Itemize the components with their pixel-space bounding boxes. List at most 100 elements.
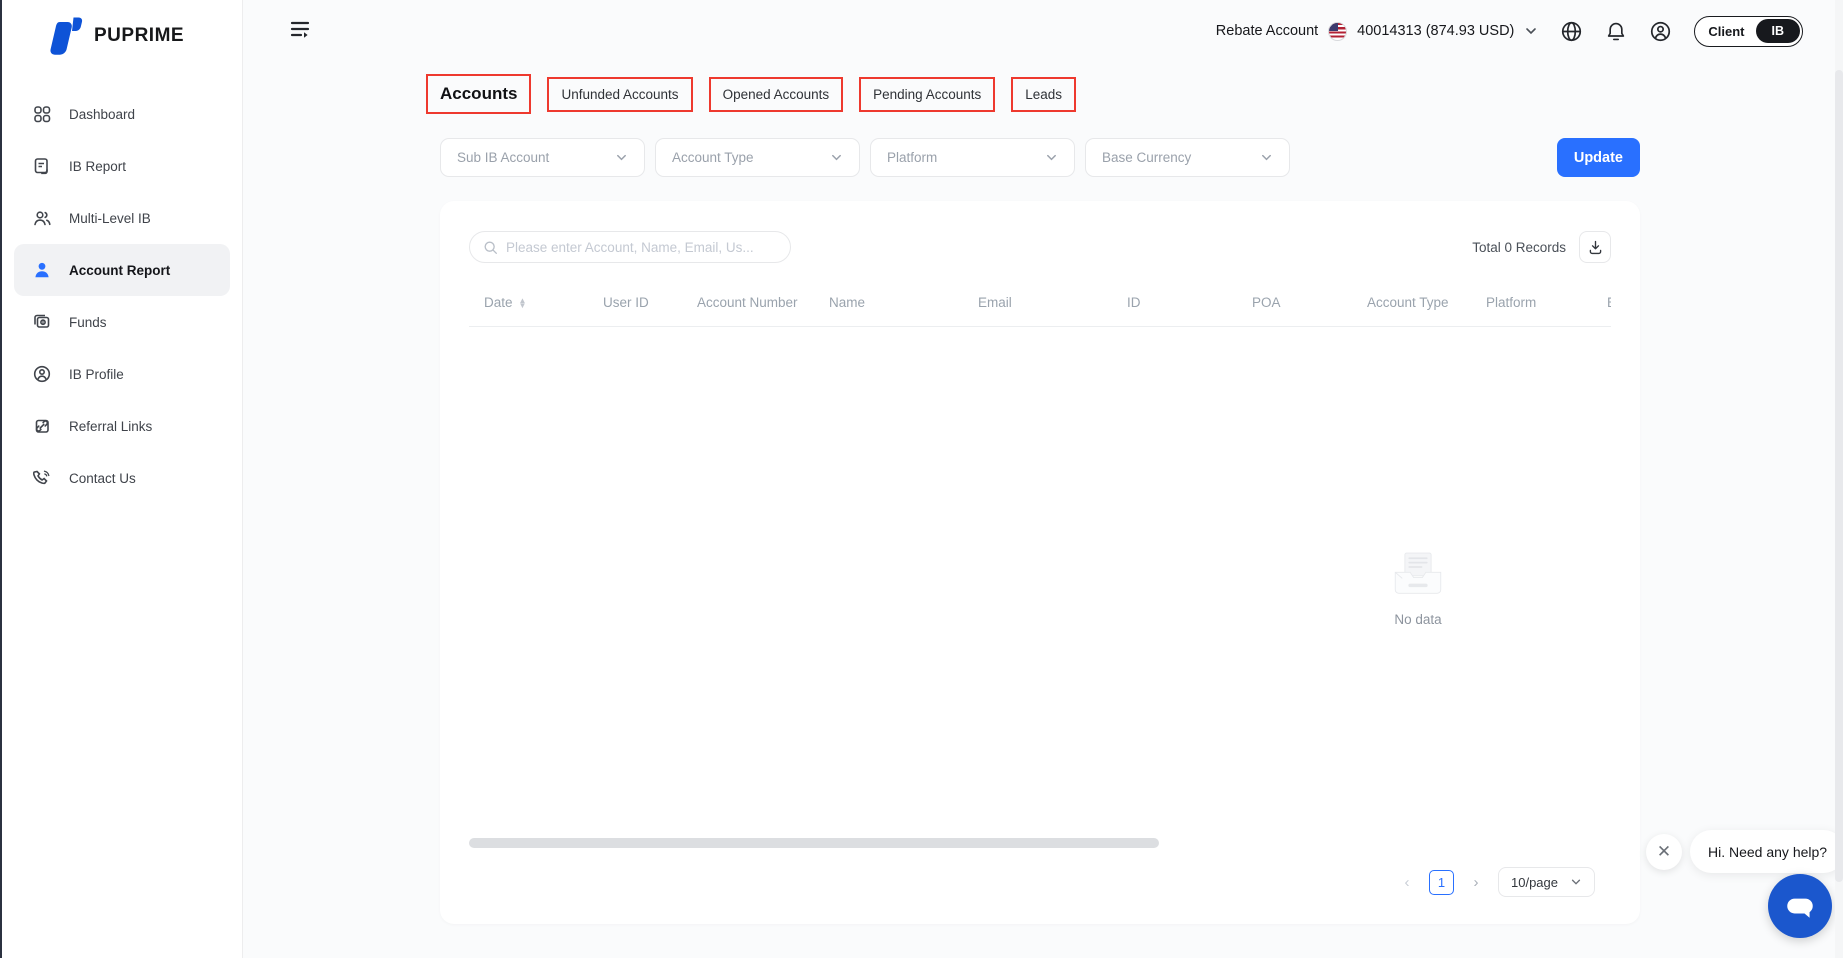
total-records-label: Total 0 Records [1472, 240, 1566, 255]
select-label: Base Currency [1102, 150, 1191, 165]
download-icon [1587, 239, 1604, 256]
sidebar-item-funds[interactable]: Funds [14, 296, 230, 348]
tab-accounts[interactable]: Accounts [426, 74, 531, 114]
no-data-label: No data [1368, 612, 1468, 627]
column-header-name: Name [829, 295, 978, 310]
bell-icon [1605, 20, 1627, 43]
table-header-row: Date ▲▼ User ID Account Number Name Emai… [469, 295, 1611, 327]
column-header-date[interactable]: Date ▲▼ [484, 295, 603, 310]
page-scrollbar-thumb[interactable] [1835, 70, 1843, 882]
sub-ib-account-select[interactable]: Sub IB Account [440, 138, 645, 177]
column-header-truncated: E [1607, 295, 1611, 310]
topbar: Rebate Account 40014313 (874.93 USD) [243, 0, 1843, 62]
chat-bubble-icon [1783, 889, 1817, 923]
horizontal-scrollbar-thumb[interactable] [469, 838, 1159, 848]
page-scrollbar-track[interactable] [1835, 0, 1843, 958]
user-icon [1649, 20, 1672, 43]
tab-opened-accounts[interactable]: Opened Accounts [709, 77, 844, 112]
search-box[interactable] [469, 231, 791, 263]
sidebar-item-label: IB Report [69, 159, 126, 174]
money-icon [32, 312, 52, 332]
sidebar-item-label: IB Profile [69, 367, 124, 382]
column-header-id: ID [1127, 295, 1252, 310]
sort-icon[interactable]: ▲▼ [519, 298, 527, 308]
tab-leads[interactable]: Leads [1011, 77, 1076, 112]
sidebar-collapse-button[interactable] [289, 18, 313, 45]
prev-page-button[interactable]: ‹ [1400, 874, 1414, 891]
page-number-button[interactable]: 1 [1429, 870, 1454, 895]
sidebar-item-label: Dashboard [69, 107, 135, 122]
sidebar-item-label: Funds [69, 315, 107, 330]
topbar-right: Rebate Account 40014313 (874.93 USD) [1216, 16, 1803, 47]
table-toolbar: Total 0 Records [469, 231, 1611, 263]
page-content: Accounts Unfunded Accounts Opened Accoun… [243, 74, 1643, 924]
chevron-down-icon [1260, 151, 1273, 164]
sidebar-item-ib-profile[interactable]: IB Profile [14, 348, 230, 400]
multi-users-icon [32, 208, 52, 228]
filter-row: Sub IB Account Account Type Platform Bas… [440, 138, 1640, 177]
sidebar-item-contact-us[interactable]: Contact Us [14, 452, 230, 504]
column-header-user-id: User ID [603, 295, 697, 310]
report-document-icon [32, 156, 52, 176]
select-label: Platform [887, 150, 937, 165]
page-size-label: 10/page [1511, 875, 1558, 890]
profile-button[interactable] [1649, 20, 1672, 43]
empty-state: No data [1368, 549, 1468, 627]
language-globe-button[interactable] [1560, 20, 1583, 43]
chevron-down-icon [1524, 24, 1538, 38]
sidebar-item-ib-report[interactable]: IB Report [14, 140, 230, 192]
select-label: Sub IB Account [457, 150, 549, 165]
column-header-platform: Platform [1486, 295, 1607, 310]
profile-circle-icon [32, 364, 52, 384]
platform-select[interactable]: Platform [870, 138, 1075, 177]
pagination: ‹ 1 › 10/page [1400, 867, 1595, 897]
account-number: 40014313 (874.93 USD) [1357, 23, 1514, 39]
column-header-account-type: Account Type [1367, 295, 1486, 310]
rebate-account-selector[interactable]: Rebate Account 40014313 (874.93 USD) [1216, 22, 1539, 41]
update-button[interactable]: Update [1557, 138, 1640, 177]
dashboard-grid-icon [32, 104, 52, 124]
hamburger-icon [289, 18, 313, 40]
link-icon [32, 416, 52, 436]
base-currency-select[interactable]: Base Currency [1085, 138, 1290, 177]
sidebar: PUPRIME Dashboard IB Report [2, 0, 243, 958]
download-button[interactable] [1579, 231, 1611, 263]
client-ib-toggle[interactable]: Client IB [1694, 16, 1803, 47]
account-type-select[interactable]: Account Type [655, 138, 860, 177]
chat-dismiss-button[interactable]: ✕ [1646, 834, 1682, 870]
rebate-account-label: Rebate Account [1216, 23, 1318, 39]
accounts-table-card: Total 0 Records Date ▲▼ User ID Account … [440, 201, 1640, 924]
chevron-down-icon [615, 151, 628, 164]
account-tabs: Accounts Unfunded Accounts Opened Accoun… [426, 74, 1643, 114]
sidebar-item-label: Account Report [69, 263, 170, 278]
tab-pending-accounts[interactable]: Pending Accounts [859, 77, 995, 112]
select-label: Account Type [672, 150, 754, 165]
column-header-account-number: Account Number [697, 295, 829, 310]
page-size-select[interactable]: 10/page [1498, 867, 1595, 897]
sidebar-nav: Dashboard IB Report Multi-Level IB A [2, 88, 242, 504]
chevron-down-icon [830, 151, 843, 164]
toggle-ib-label[interactable]: IB [1756, 19, 1801, 43]
tab-unfunded-accounts[interactable]: Unfunded Accounts [547, 77, 692, 112]
notifications-button[interactable] [1605, 20, 1627, 43]
phone-icon [32, 468, 52, 488]
chat-greeting-bubble[interactable]: Hi. Need any help? [1690, 830, 1843, 873]
main-area: Rebate Account 40014313 (874.93 USD) [243, 0, 1843, 958]
no-data-icon [1390, 549, 1446, 599]
search-input[interactable] [506, 240, 777, 255]
chevron-down-icon [1045, 151, 1058, 164]
globe-icon [1560, 20, 1583, 43]
sidebar-item-dashboard[interactable]: Dashboard [14, 88, 230, 140]
puprime-logo-icon [48, 16, 86, 56]
sidebar-item-multi-level-ib[interactable]: Multi-Level IB [14, 192, 230, 244]
sidebar-item-account-report[interactable]: Account Report [14, 244, 230, 296]
sidebar-item-label: Referral Links [69, 419, 152, 434]
chat-launcher-button[interactable] [1768, 874, 1832, 938]
toggle-client-label[interactable]: Client [1697, 24, 1755, 39]
sidebar-item-referral-links[interactable]: Referral Links [14, 400, 230, 452]
next-page-button[interactable]: › [1469, 874, 1483, 891]
brand-logo[interactable]: PUPRIME [2, 12, 242, 60]
person-icon [32, 260, 52, 280]
chevron-down-icon [1570, 876, 1582, 888]
brand-name: PUPRIME [94, 25, 184, 47]
